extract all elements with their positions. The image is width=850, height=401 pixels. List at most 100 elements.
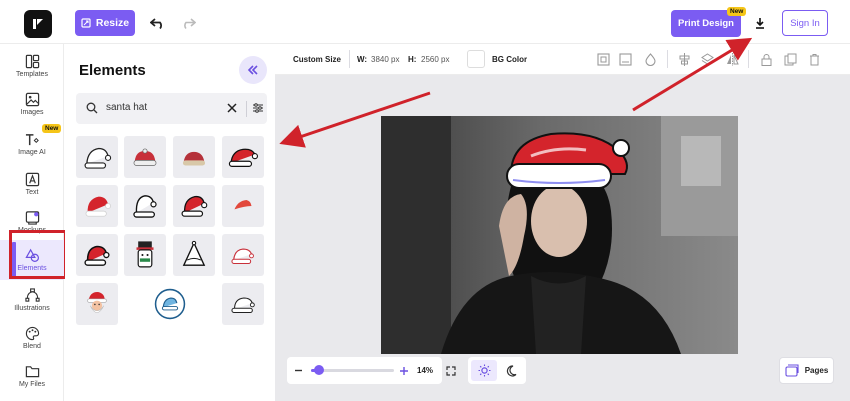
search-icon [86, 102, 98, 114]
santa-hat-beanie-icon [133, 148, 157, 166]
rail-item-images[interactable]: Images [0, 84, 64, 124]
align-icon[interactable] [677, 52, 691, 66]
sign-in-button[interactable]: Sign In [782, 10, 828, 36]
toolbar-divider [349, 50, 350, 68]
collapse-panel-button[interactable] [239, 56, 267, 84]
logo-icon [33, 19, 43, 29]
toolbar-divider [667, 50, 668, 68]
bg-color-label[interactable]: BG Color [492, 55, 527, 64]
result-tile[interactable] [222, 283, 264, 325]
woman-portrait-image [381, 116, 738, 354]
text-icon [25, 172, 39, 187]
download-icon [756, 18, 764, 29]
result-tile[interactable] [76, 185, 118, 227]
canvas-workarea: Custom Size W: 3840 px H: 2560 px BG Col… [275, 44, 850, 401]
result-tile[interactable] [124, 185, 166, 227]
rail-item-templates[interactable]: Templates [0, 46, 64, 86]
result-tile[interactable] [173, 185, 215, 227]
width-label: W: [357, 55, 368, 64]
zoom-in-icon[interactable] [399, 366, 409, 376]
santa-face-icon [87, 292, 107, 313]
double-chevron-left-icon [247, 65, 258, 75]
rail-label-my-files: My Files [18, 381, 46, 388]
fit-screen-icon[interactable] [446, 366, 456, 376]
rail-item-illustrations[interactable]: Illustrations [0, 280, 64, 320]
dark-mode-button[interactable] [499, 360, 523, 381]
elements-highlight-box [9, 230, 67, 279]
result-tile[interactable] [149, 283, 191, 325]
rail-label-image-ai: Image AI [18, 149, 46, 156]
crop-icon[interactable] [596, 52, 610, 66]
santa-hat-outlined-red-icon [181, 195, 208, 217]
moon-icon [506, 364, 517, 377]
search-separator [246, 101, 247, 117]
zoom-out-icon[interactable] [294, 366, 303, 375]
search-query: santa hat [106, 102, 148, 113]
pages-button[interactable]: Pages [779, 357, 834, 384]
height-field[interactable]: 2560 px [421, 55, 449, 64]
illustration-icon [24, 288, 40, 302]
rail-item-my-files[interactable]: My Files [0, 356, 64, 396]
undo-button[interactable] [148, 13, 168, 33]
undo-icon [150, 18, 163, 30]
result-tile[interactable] [76, 234, 118, 276]
clear-search-icon[interactable] [226, 102, 238, 114]
santa-hat-lineart-icon [133, 195, 157, 218]
palette-icon [25, 326, 39, 341]
trash-icon[interactable] [807, 52, 821, 66]
width-field[interactable]: 3840 px [371, 55, 399, 64]
download-button[interactable] [752, 15, 768, 31]
print-new-badge: New [727, 7, 747, 16]
theme-toggle [468, 357, 526, 384]
print-design-label: Print Design [678, 18, 734, 29]
santa-hat-small-icon [234, 200, 252, 210]
canvas-toolbar: Custom Size W: 3840 px H: 2560 px BG Col… [275, 44, 850, 75]
snowman-hat-icon [136, 241, 154, 268]
santa-hat-sketch-icon [231, 297, 255, 314]
flip-icon[interactable] [725, 52, 739, 66]
santa-hat-bold-icon [84, 245, 110, 266]
resize-button[interactable]: Resize [75, 10, 135, 36]
rail-label-text: Text [25, 189, 39, 196]
rail-label-images: Images [20, 109, 44, 116]
zoom-slider-thumb[interactable] [314, 365, 324, 375]
custom-size-label[interactable]: Custom Size [293, 55, 341, 64]
toolbar-divider [748, 50, 749, 68]
duplicate-icon[interactable] [783, 52, 797, 66]
result-tile[interactable] [124, 234, 166, 276]
filter-icon[interactable] [252, 102, 264, 114]
templates-icon [25, 54, 39, 69]
canvas-photo[interactable] [381, 116, 738, 354]
app-logo[interactable] [24, 10, 52, 38]
result-tile[interactable] [124, 136, 166, 178]
result-tile[interactable] [76, 283, 118, 325]
rail-item-text[interactable]: Text [0, 164, 64, 204]
frame-icon[interactable] [618, 52, 632, 66]
left-rail: Templates Images Image AI New Text Mocku… [0, 44, 64, 401]
result-tile[interactable] [222, 234, 264, 276]
pages-icon [785, 364, 799, 377]
rail-item-blend[interactable]: Blend [0, 318, 64, 358]
folder-icon [25, 366, 39, 378]
lock-icon[interactable] [759, 52, 773, 66]
bg-color-swatch[interactable] [467, 50, 485, 68]
mockup-icon [25, 211, 39, 225]
redo-button[interactable] [178, 13, 198, 33]
opacity-icon[interactable] [643, 52, 657, 66]
result-tile[interactable] [173, 234, 215, 276]
zoom-value: 14% [417, 366, 434, 375]
image-icon [25, 92, 39, 107]
santa-hat-flat-icon [182, 151, 206, 166]
light-mode-button[interactable] [471, 360, 497, 381]
search-input[interactable]: santa hat [76, 93, 267, 124]
sun-icon [478, 364, 490, 377]
result-tile[interactable] [222, 185, 264, 227]
result-tile[interactable] [173, 136, 215, 178]
sign-in-label: Sign In [790, 17, 820, 29]
badge-hat-icon [154, 288, 186, 320]
result-tile[interactable] [76, 136, 118, 178]
layers-icon[interactable] [700, 52, 714, 66]
result-tile[interactable] [222, 136, 264, 178]
panel-title: Elements [79, 62, 146, 79]
text-image-ai-icon [25, 134, 39, 146]
